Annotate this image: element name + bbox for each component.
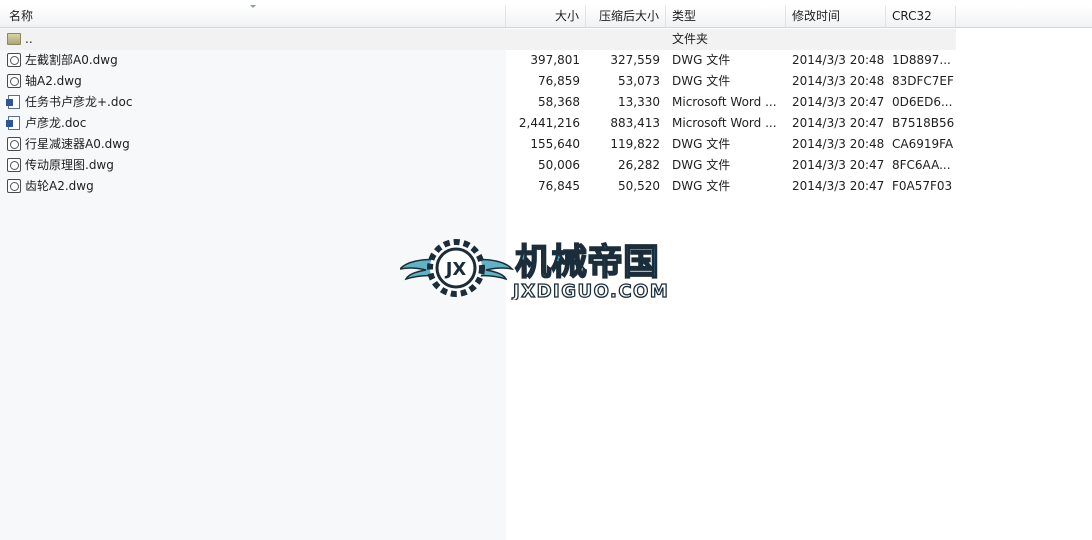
- file-crc32: F0A57F03: [892, 179, 953, 193]
- file-packed-size: 119,822: [610, 137, 660, 151]
- dwg-file-icon: [7, 137, 21, 151]
- file-modified: 2014/3/3 20:47: [792, 95, 884, 109]
- watermark-title: 机械帝国: [515, 242, 659, 283]
- word-doc-icon: [6, 116, 20, 130]
- parent-folder-name: ..: [25, 32, 33, 46]
- file-size: 76,845: [538, 179, 580, 193]
- file-modified: 2014/3/3 20:48: [792, 74, 884, 88]
- word-doc-icon: [6, 95, 20, 109]
- dwg-file-icon: [7, 158, 21, 172]
- file-row[interactable]: 任务书卢彦龙+.doc 58,368 13,330 Microsoft Word ..…: [0, 92, 956, 113]
- dwg-file-icon: [7, 179, 21, 193]
- column-header-crc32-label: CRC32: [892, 9, 932, 23]
- column-header-packed-size[interactable]: 压缩后大小: [586, 6, 666, 27]
- file-size: 2,441,216: [518, 116, 580, 130]
- file-name: 齿轮A2.dwg: [25, 179, 94, 193]
- column-header-modified[interactable]: 修改时间: [786, 6, 886, 27]
- file-size: 397,801: [530, 53, 580, 67]
- file-row[interactable]: 左截割部A0.dwg 397,801 327,559 DWG 文件 2014/3/3 2…: [0, 50, 956, 71]
- file-row[interactable]: 行星减速器A0.dwg 155,640 119,822 DWG 文件 2014/3/3 …: [0, 134, 956, 155]
- file-modified: 2014/3/3 20:48: [792, 53, 884, 67]
- file-name: 左截割部A0.dwg: [25, 53, 118, 67]
- file-modified: 2014/3/3 20:48: [792, 137, 884, 151]
- column-header-type-label: 类型: [672, 9, 697, 23]
- file-size: 76,859: [538, 74, 580, 88]
- column-header-name-label: 名称: [9, 9, 34, 23]
- file-modified: 2014/3/3 20:47: [792, 116, 884, 130]
- file-row[interactable]: 传动原理图.dwg 50,006 26,282 DWG 文件 2014/3/3 20:4…: [0, 155, 956, 176]
- file-modified: 2014/3/3 20:47: [792, 158, 884, 172]
- file-packed-size: 26,282: [618, 158, 660, 172]
- file-type: Microsoft Word ...: [672, 95, 777, 109]
- file-row[interactable]: 轴A2.dwg 76,859 53,073 DWG 文件 2014/3/3 20:48 8…: [0, 71, 956, 92]
- file-type: DWG 文件: [672, 179, 731, 193]
- column-header-size[interactable]: 大小: [506, 6, 586, 27]
- sort-indicator-icon: [250, 5, 256, 8]
- file-modified: 2014/3/3 20:47: [792, 179, 884, 193]
- file-name: 轴A2.dwg: [25, 74, 82, 88]
- file-type: DWG 文件: [672, 137, 731, 151]
- file-packed-size: 327,559: [610, 53, 660, 67]
- file-size: 50,006: [538, 158, 580, 172]
- file-type: DWG 文件: [672, 158, 731, 172]
- file-type: DWG 文件: [672, 74, 731, 88]
- file-crc32: 83DFC7EF: [892, 74, 954, 88]
- column-header-bar: 名称 大小 压缩后大小 类型 修改时间 CRC32: [0, 5, 956, 28]
- file-packed-size: 53,073: [618, 74, 660, 88]
- file-crc32: 1D8897...: [892, 53, 951, 67]
- parent-folder-type: 文件夹: [672, 32, 709, 46]
- column-header-size-label: 大小: [554, 9, 579, 23]
- watermark-logo: JX 机械帝国 JXDIGUO.COM: [400, 239, 669, 300]
- column-header-type[interactable]: 类型: [666, 6, 786, 27]
- folder-icon: [7, 33, 21, 45]
- column-header-crc32[interactable]: CRC32: [886, 6, 956, 27]
- file-name: 传动原理图.dwg: [25, 158, 114, 172]
- file-packed-size: 50,520: [618, 179, 660, 193]
- dwg-file-icon: [7, 53, 21, 67]
- file-row[interactable]: 齿轮A2.dwg 76,845 50,520 DWG 文件 2014/3/3 20:47…: [0, 176, 956, 197]
- file-packed-size: 883,413: [610, 116, 660, 130]
- file-packed-size: 13,330: [618, 95, 660, 109]
- file-type: DWG 文件: [672, 53, 731, 67]
- column-header-modified-label: 修改时间: [792, 9, 841, 23]
- column-header-filler: [956, 6, 1092, 28]
- file-size: 58,368: [538, 95, 580, 109]
- file-crc32: 0D6ED6...: [892, 95, 953, 109]
- watermark-domain: JXDIGUO.COM: [511, 281, 669, 300]
- file-crc32: CA6919FA: [892, 137, 954, 151]
- file-row[interactable]: 卢彦龙.doc 2,441,216 883,413 Microsoft Word ..…: [0, 113, 956, 134]
- file-name: 卢彦龙.doc: [25, 116, 87, 130]
- file-type: Microsoft Word ...: [672, 116, 777, 130]
- column-header-packed-size-label: 压缩后大小: [598, 9, 659, 23]
- column-header-name[interactable]: 名称: [0, 5, 506, 27]
- file-name: 行星减速器A0.dwg: [25, 137, 130, 151]
- file-name: 任务书卢彦龙+.doc: [25, 95, 133, 109]
- file-crc32: B7518B56: [892, 116, 954, 130]
- parent-folder-row[interactable]: .. 文件夹: [0, 29, 956, 50]
- dwg-file-icon: [7, 74, 21, 88]
- emblem-text: JX: [444, 259, 467, 280]
- file-size: 155,640: [530, 137, 580, 151]
- file-crc32: 8FC6AA...: [892, 158, 951, 172]
